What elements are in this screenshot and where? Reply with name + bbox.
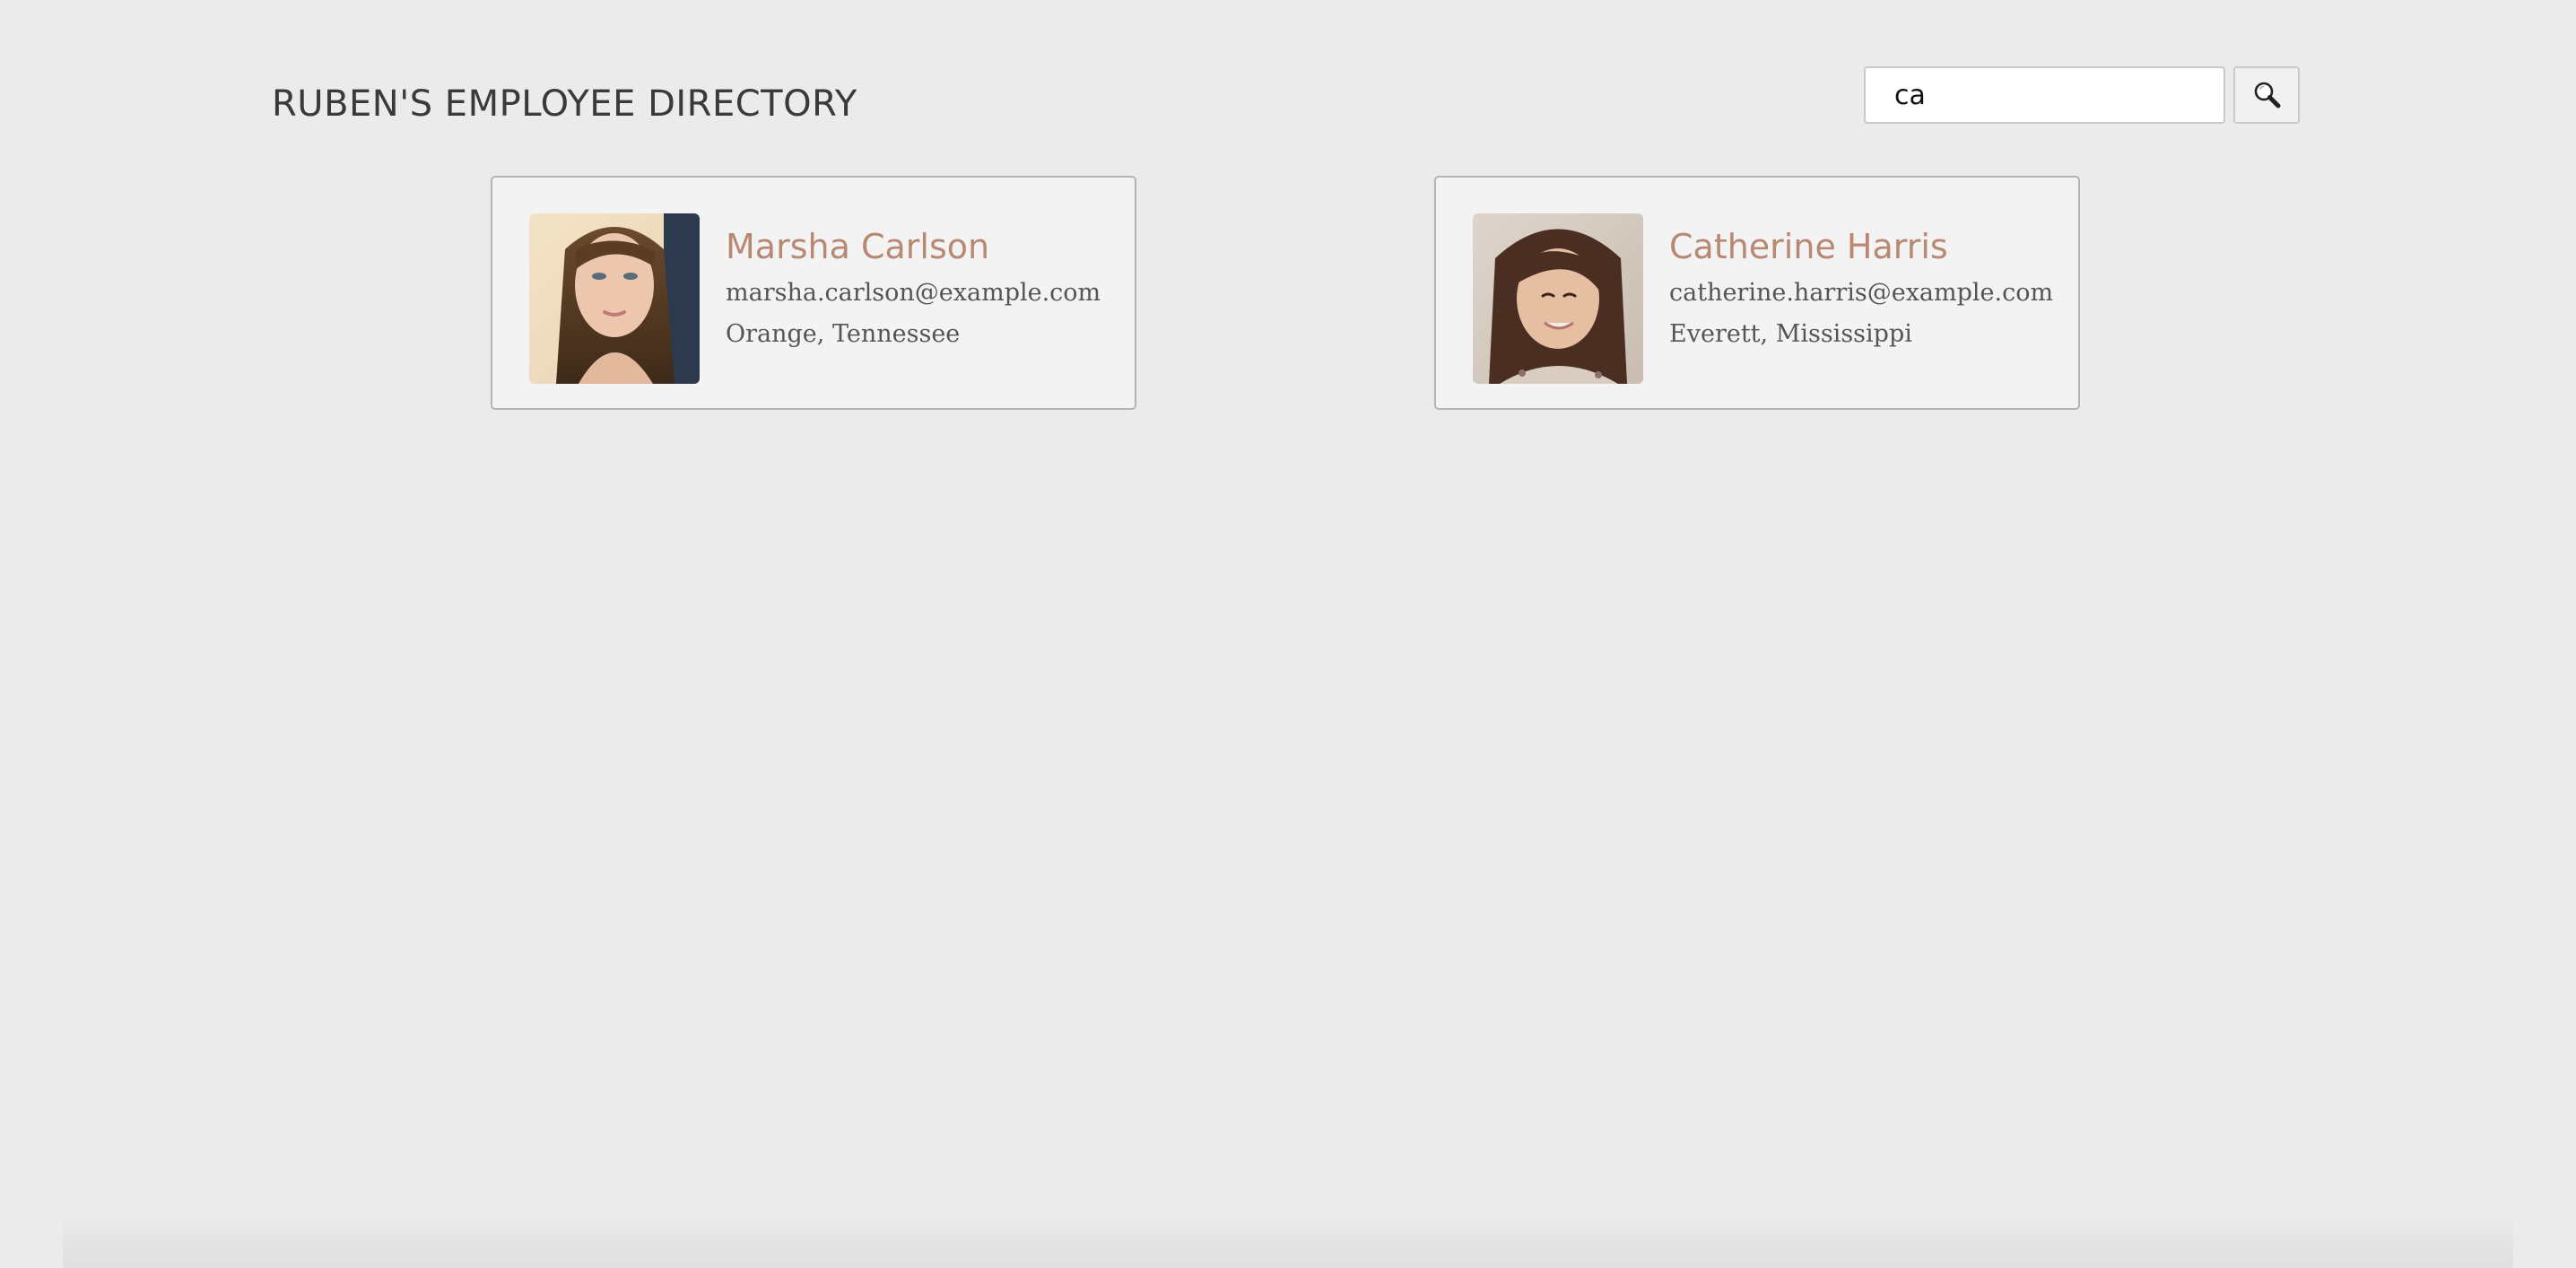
employee-email: catherine.harris@example.com <box>1669 279 2054 307</box>
card-info: Catherine Harris catherine.harris@exampl… <box>1669 222 2064 355</box>
employee-card-catherine-harris[interactable]: Catherine Harris catherine.harris@exampl… <box>1434 176 2080 410</box>
avatar <box>1473 213 1643 384</box>
employee-name: Marsha Carlson <box>726 227 990 266</box>
employee-location: Orange, Tennessee <box>726 320 961 348</box>
employee-email: marsha.carlson@example.com <box>726 279 1101 307</box>
footer-shadow <box>63 1212 2513 1268</box>
avatar <box>529 213 700 384</box>
employee-gallery: Marsha Carlson marsha.carlson@example.co… <box>0 0 2576 1268</box>
employee-card-marsha-carlson[interactable]: Marsha Carlson marsha.carlson@example.co… <box>491 176 1136 410</box>
employee-location: Everett, Mississippi <box>1669 320 1912 348</box>
card-info: Marsha Carlson marsha.carlson@example.co… <box>726 222 1120 355</box>
employee-name: Catherine Harris <box>1669 227 1948 266</box>
